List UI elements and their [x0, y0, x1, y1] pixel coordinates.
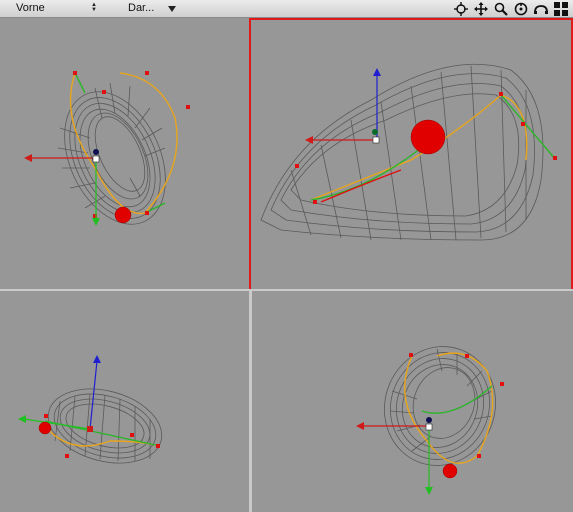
axis-gizmo: [18, 355, 101, 432]
view-select[interactable]: Vorne ▲ ▼: [14, 1, 98, 16]
sphere-object[interactable]: [410, 119, 446, 155]
sphere-object[interactable]: [38, 421, 52, 435]
display-select[interactable]: Dar...: [126, 1, 180, 16]
layout-icon[interactable]: [553, 1, 569, 17]
wireframe-mesh: [47, 388, 163, 464]
wireframe-mesh: [260, 63, 544, 241]
wireframe-scene: [356, 346, 504, 495]
stepper-icon: ▲ ▼: [91, 2, 97, 13]
viewport-bottom-right[interactable]: [252, 291, 573, 512]
rotate-icon[interactable]: [513, 1, 529, 17]
wireframe-scene: [18, 355, 163, 464]
navigation-tools: [453, 1, 569, 17]
sphere-object[interactable]: [114, 206, 132, 224]
wireframe-scene: [24, 71, 190, 226]
wireframe-scene: [260, 63, 557, 241]
viewport-top-right-active[interactable]: [249, 18, 573, 291]
viewport-top-left[interactable]: [0, 18, 249, 289]
view-select-label: Vorne: [16, 2, 45, 14]
axis-gizmo: [356, 417, 433, 495]
zoom-icon[interactable]: [493, 1, 509, 17]
viewport-toolbar: Vorne ▲ ▼ Dar...: [0, 0, 573, 18]
target-icon[interactable]: [453, 1, 469, 17]
chevron-down-icon: [168, 6, 176, 12]
axis-gizmo: [305, 68, 381, 144]
camera-icon[interactable]: [533, 1, 549, 17]
display-select-label: Dar...: [128, 2, 155, 14]
wireframe-mesh: [383, 346, 497, 466]
viewport-bottom-left[interactable]: [0, 291, 249, 512]
axis-gizmo: [24, 149, 100, 226]
sphere-object[interactable]: [442, 463, 458, 479]
move-icon[interactable]: [473, 1, 489, 17]
